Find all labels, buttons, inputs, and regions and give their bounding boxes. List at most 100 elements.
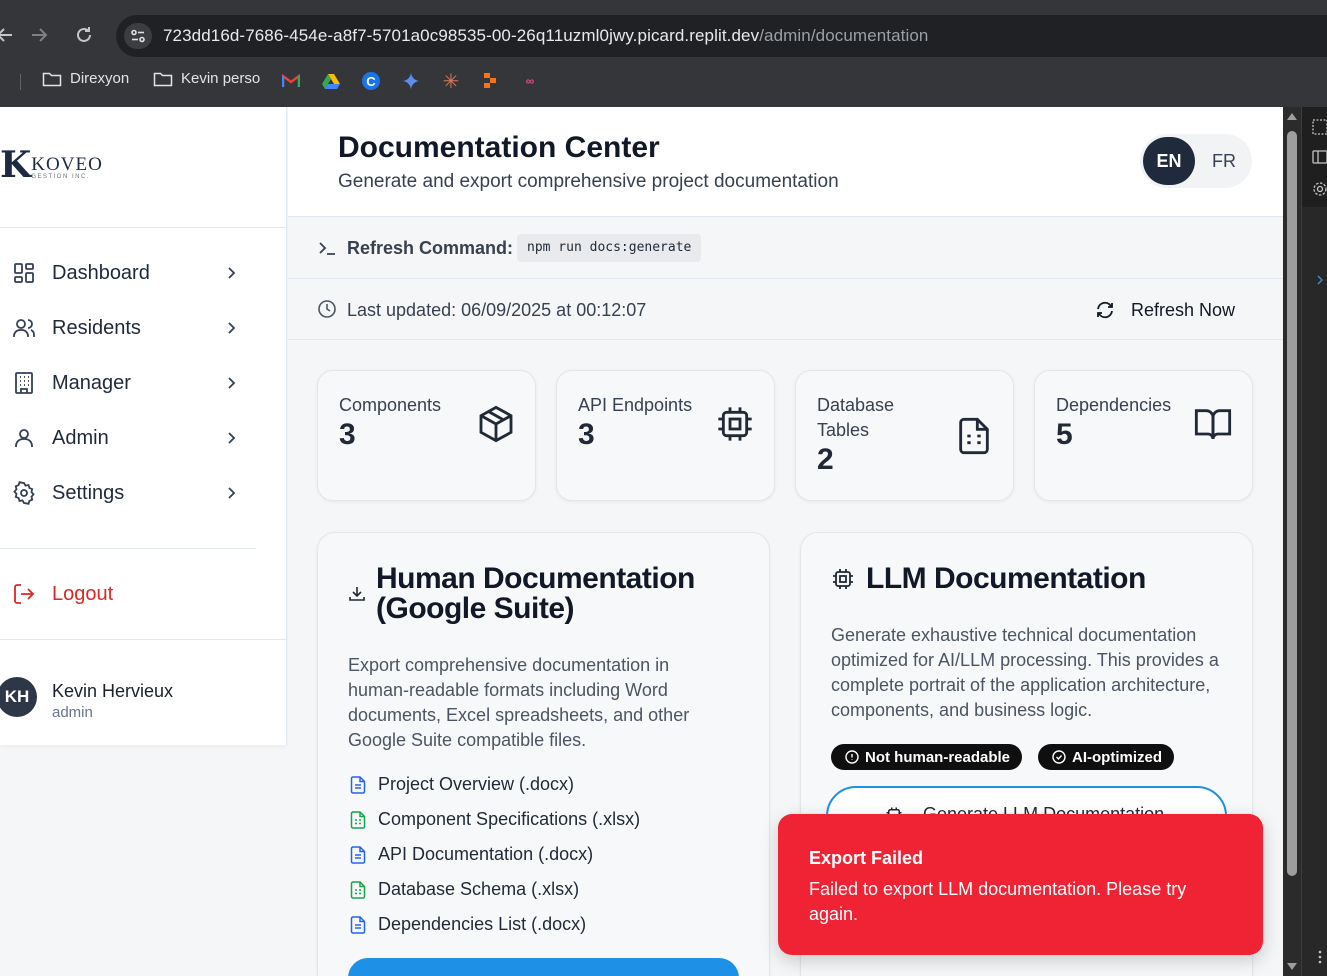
chevron-right-icon (222, 264, 240, 282)
lang-en-button[interactable]: EN (1143, 137, 1195, 185)
scroll-down-icon[interactable] (1287, 963, 1297, 970)
file-item-api-documentation: API Documentation (.docx) (348, 844, 593, 865)
folder-icon (42, 72, 62, 86)
site-settings-icon[interactable] (124, 23, 152, 49)
sidebar-divider (0, 639, 287, 640)
sidebar-item-label: Admin (52, 426, 109, 449)
human-doc-title-line2: (Google Suite) (376, 592, 574, 625)
inspect-icon[interactable] (1312, 119, 1327, 135)
sidebar-item-manager[interactable]: Manager (0, 361, 287, 405)
export-human-documentation-button[interactable] (348, 958, 739, 976)
reload-icon[interactable] (73, 24, 95, 46)
chevron-right-icon (222, 484, 240, 502)
folder-icon (153, 72, 173, 86)
refresh-command-code[interactable]: npm run docs:generate (517, 234, 702, 262)
llm-doc-description: Generate exhaustive technical documentat… (831, 625, 1219, 720)
chevron-right-icon[interactable] (1312, 272, 1327, 288)
gear-icon (12, 481, 36, 505)
language-toggle: EN FR (1140, 134, 1252, 188)
sidebar-divider (0, 548, 256, 549)
browser-chrome: 723dd16d-7686-454e-a8f7-5701a0c98535-00-… (0, 0, 1327, 107)
sidebar-item-dashboard[interactable]: Dashboard (0, 251, 287, 295)
user-name: Kevin Hervieux (52, 681, 174, 701)
badge-not-human-readable: Not human-readable (831, 744, 1023, 770)
file-item-project-overview: Project Overview (.docx) (348, 774, 574, 795)
sidebar-item-admin[interactable]: Admin (0, 416, 287, 460)
lang-fr-button[interactable]: FR (1200, 137, 1248, 185)
sidebar-item-settings[interactable]: Settings (0, 471, 287, 515)
user-role: admin (52, 704, 93, 721)
stat-card-dependencies: Dependencies 5 (1034, 370, 1253, 501)
refresh-command-bar: Refresh Command: npm run docs:generate (288, 218, 1283, 279)
bookmarks-bar: Direxyon Kevin perso C ✳ ∞ (0, 66, 1327, 96)
stat-value: 3 (339, 418, 356, 451)
toast-message: Failed to export LLM documentation. Plea… (809, 879, 1187, 924)
drive-icon[interactable] (322, 72, 340, 90)
app-icon[interactable] (482, 72, 500, 90)
scroll-up-icon[interactable] (1287, 113, 1297, 120)
human-doc-description: Export comprehensive documentation in hu… (348, 655, 690, 750)
check-circle-icon (1052, 750, 1066, 764)
badge-label: Not human-readable (865, 748, 1011, 766)
more-vertical-icon[interactable] (1312, 949, 1327, 965)
address-bar[interactable]: 723dd16d-7686-454e-a8f7-5701a0c98535-00-… (116, 15, 1327, 57)
forward-icon[interactable] (28, 24, 50, 46)
user-profile[interactable]: KH Kevin Hervieux admin (0, 667, 287, 737)
logo-mark: K (0, 144, 31, 186)
gear-icon[interactable] (1312, 181, 1327, 197)
file-docx-icon (350, 845, 366, 864)
file-table-icon (954, 416, 994, 456)
page-scrollbar[interactable] (1283, 107, 1301, 976)
book-open-icon (1193, 404, 1233, 444)
file-label: Database Schema (.xlsx) (378, 879, 580, 899)
back-icon[interactable] (0, 24, 16, 46)
stat-card-database-tables: Database Tables 2 (795, 370, 1014, 501)
sidebar-item-residents[interactable]: Residents (0, 306, 287, 350)
badge-label: AI-optimized (1072, 748, 1162, 766)
bookmark-direxyon[interactable]: Direxyon (42, 70, 129, 87)
page-header: Documentation Center Generate and export… (288, 107, 1283, 217)
file-label: Dependencies List (.docx) (378, 914, 587, 934)
bookmarks-separator (20, 74, 21, 90)
chip-icon (831, 567, 855, 591)
sidebar-item-label: Settings (52, 481, 125, 504)
last-updated-bar: Last updated: 06/09/2025 at 00:12:07 Ref… (288, 280, 1283, 340)
chip-icon (715, 404, 755, 444)
link-icon[interactable]: ∞ (521, 72, 539, 90)
logout-button[interactable]: Logout (0, 572, 287, 616)
download-icon (348, 585, 366, 603)
refresh-now-button[interactable]: Refresh Now (1083, 292, 1253, 328)
error-toast[interactable]: Export Failed Failed to export LLM docum… (778, 814, 1263, 955)
sidebar-divider (0, 227, 287, 228)
file-label: Component Specifications (.xlsx) (378, 809, 641, 829)
stat-label: Components (339, 395, 442, 415)
clock-icon (317, 299, 337, 319)
sidebar-item-label: Residents (52, 316, 141, 339)
llm-doc-title: LLM Documentation (866, 562, 1146, 595)
refresh-now-label: Refresh Now (1131, 299, 1236, 320)
logo-name: KOVEO (31, 154, 103, 175)
url-text[interactable]: 723dd16d-7686-454e-a8f7-5701a0c98535-00-… (163, 26, 929, 46)
logout-icon (12, 582, 36, 606)
page-subtitle: Generate and export comprehensive projec… (338, 171, 839, 192)
bookmark-kevin-perso[interactable]: Kevin perso (153, 70, 260, 87)
gemini-icon[interactable] (402, 72, 420, 90)
chrome-c-icon[interactable]: C (362, 72, 380, 90)
dashboard-icon (12, 261, 36, 285)
stat-value: 5 (1056, 418, 1073, 451)
company-logo[interactable]: K KOVEO GESTION INC. (0, 147, 103, 183)
sidebar-item-label: Dashboard (52, 261, 150, 284)
file-docx-icon (350, 775, 366, 794)
gmail-icon[interactable] (282, 72, 300, 90)
chevron-right-icon (222, 429, 240, 447)
toast-title: Export Failed (809, 848, 924, 868)
device-toolbar-icon[interactable] (1312, 149, 1327, 165)
file-docx-icon (350, 915, 366, 934)
bookmark-label: Direxyon (70, 70, 130, 87)
stat-label: API Endpoints (578, 395, 693, 415)
human-documentation-card: Human Documentation (Google Suite) Expor… (317, 532, 770, 976)
human-doc-title-line1: Human Documentation (376, 562, 695, 595)
claude-icon[interactable]: ✳ (442, 71, 460, 93)
scrollbar-thumb[interactable] (1287, 131, 1297, 876)
last-updated-text: Last updated: 06/09/2025 at 00:12:07 (347, 300, 647, 320)
